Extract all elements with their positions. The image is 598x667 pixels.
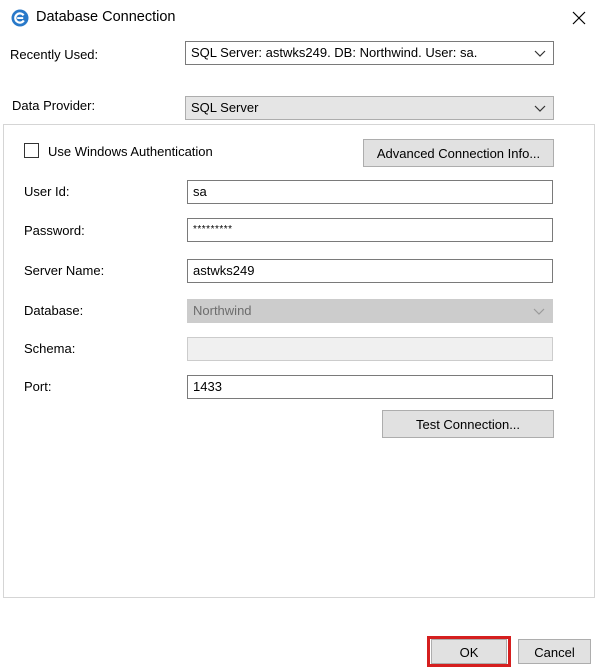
database-label: Database: bbox=[24, 303, 84, 318]
recently-used-value: SQL Server: astwks249. DB: Northwind. Us… bbox=[191, 45, 478, 60]
data-provider-dropdown[interactable]: SQL Server bbox=[185, 96, 554, 120]
password-label: Password: bbox=[24, 223, 85, 238]
advanced-connection-info-button[interactable]: Advanced Connection Info... bbox=[363, 139, 554, 167]
schema-label: Schema: bbox=[24, 341, 76, 356]
password-input[interactable]: ********* bbox=[187, 218, 553, 242]
chevron-down-icon bbox=[534, 105, 546, 112]
server-name-input[interactable]: astwks249 bbox=[187, 259, 553, 283]
data-provider-value: SQL Server bbox=[191, 100, 259, 115]
test-connection-button[interactable]: Test Connection... bbox=[382, 410, 554, 438]
recently-used-label: Recently Used: bbox=[10, 47, 99, 62]
use-windows-auth-label[interactable]: Use Windows Authentication bbox=[48, 144, 213, 159]
server-name-label: Server Name: bbox=[24, 263, 105, 278]
database-dropdown: Northwind bbox=[187, 299, 553, 323]
use-windows-auth-checkbox[interactable] bbox=[24, 143, 39, 158]
cancel-button[interactable]: Cancel bbox=[518, 639, 591, 664]
user-id-input[interactable]: sa bbox=[187, 180, 553, 204]
user-id-label: User Id: bbox=[24, 184, 70, 199]
app-logo-icon bbox=[11, 9, 29, 27]
ok-button-highlight bbox=[427, 636, 511, 667]
window-title: Database Connection bbox=[36, 9, 176, 25]
close-icon bbox=[572, 11, 586, 25]
schema-input bbox=[187, 337, 553, 361]
port-input[interactable]: 1433 bbox=[187, 375, 553, 399]
chevron-down-icon bbox=[534, 50, 546, 57]
close-button[interactable] bbox=[560, 0, 598, 36]
database-value: Northwind bbox=[193, 303, 252, 318]
port-label: Port: bbox=[24, 379, 52, 394]
data-provider-label: Data Provider: bbox=[12, 98, 96, 113]
chevron-down-icon bbox=[533, 308, 545, 315]
recently-used-dropdown[interactable]: SQL Server: astwks249. DB: Northwind. Us… bbox=[185, 41, 554, 65]
